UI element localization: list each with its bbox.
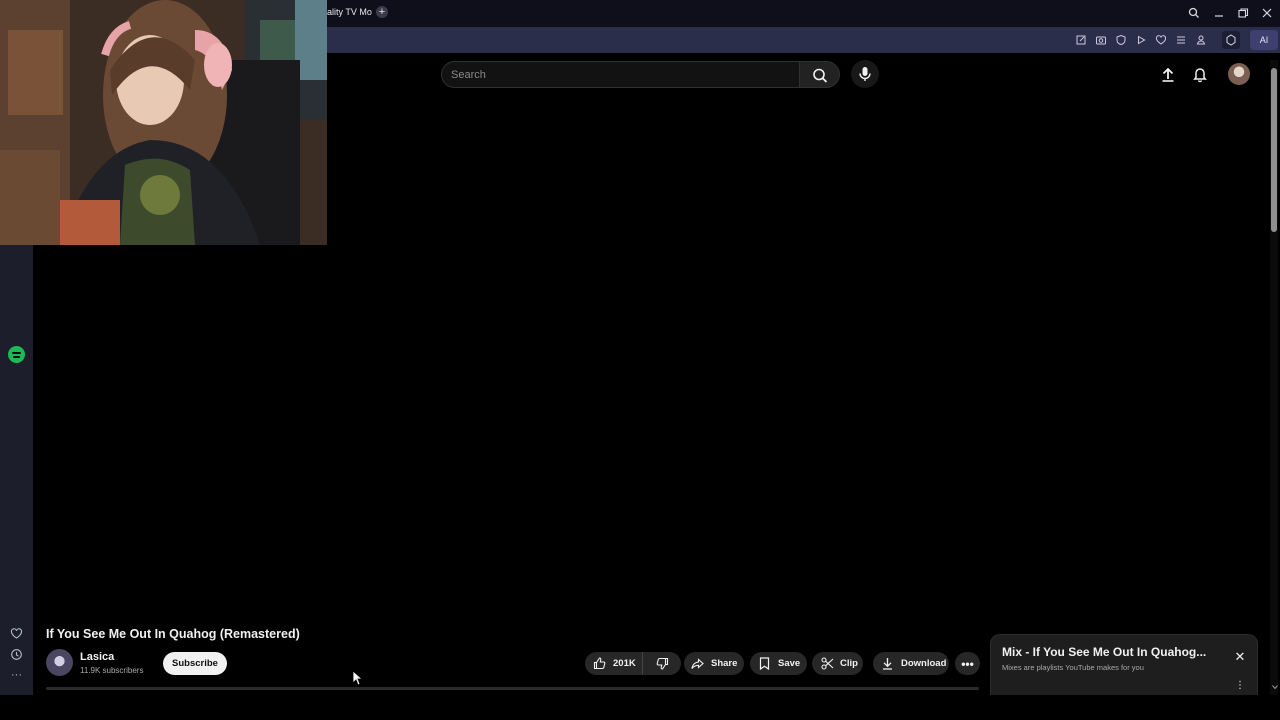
scroll-down-icon[interactable] — [1271, 683, 1279, 691]
download-label: Download — [901, 658, 947, 669]
bookmark-icon — [759, 657, 770, 671]
share-button[interactable]: Share — [684, 652, 744, 675]
webcam-overlay — [0, 0, 327, 245]
mix-more-icon[interactable]: ⋮ — [1234, 680, 1246, 692]
mic-icon — [859, 67, 871, 81]
like-dislike-group: 201K — [585, 652, 681, 675]
sidebar-heart-icon[interactable] — [9, 626, 24, 641]
camera-icon[interactable] — [1094, 33, 1108, 47]
new-tab-button[interactable]: + — [376, 6, 388, 18]
search-input[interactable] — [451, 67, 781, 83]
sidebar-more-icon[interactable]: ··· — [9, 668, 24, 683]
clip-label: Clip — [840, 658, 858, 669]
subscribe-button[interactable]: Subscribe — [163, 652, 227, 675]
mic-button[interactable] — [851, 60, 879, 88]
description-box-edge — [46, 687, 979, 690]
user-icon[interactable] — [1194, 33, 1208, 47]
mix-subtitle: Mixes are playlists YouTube makes for yo… — [1002, 663, 1144, 672]
like-count: 201K — [613, 658, 636, 669]
menu-icon[interactable] — [1174, 33, 1188, 47]
thumbs-up-icon — [593, 657, 606, 670]
ai-button-label: AI — [1259, 35, 1269, 45]
save-button[interactable]: Save — [750, 652, 807, 675]
search-box — [441, 61, 799, 88]
dislike-button[interactable] — [643, 652, 681, 675]
more-actions-button[interactable]: ••• — [955, 652, 980, 675]
shield-icon[interactable] — [1114, 33, 1128, 47]
history-icon[interactable] — [9, 647, 24, 662]
spotify-icon[interactable] — [8, 346, 25, 363]
download-button[interactable]: Download — [873, 652, 949, 675]
play-icon[interactable] — [1134, 33, 1148, 47]
thumbs-down-icon — [656, 657, 668, 670]
edit-icon[interactable] — [1074, 33, 1088, 47]
mix-close-icon[interactable]: ✕ — [1232, 649, 1248, 665]
close-window-icon[interactable] — [1259, 5, 1275, 21]
bell-icon[interactable] — [1191, 65, 1209, 83]
scissors-icon — [821, 657, 834, 670]
avatar[interactable] — [1228, 63, 1250, 85]
download-icon — [883, 658, 892, 670]
share-label: Share — [711, 658, 738, 669]
minimize-icon[interactable] — [1211, 5, 1227, 21]
search-button[interactable] — [799, 61, 840, 88]
subscriber-count: 11.9K subscribers — [80, 666, 144, 675]
like-button[interactable]: 201K — [585, 652, 643, 675]
mouse-cursor — [352, 670, 364, 686]
channel-name[interactable]: Lasica — [80, 651, 114, 663]
extension-icon[interactable] — [1222, 31, 1240, 49]
restore-icon[interactable] — [1235, 5, 1251, 21]
heart-icon[interactable] — [1154, 33, 1168, 47]
share-icon — [691, 658, 704, 669]
mix-title[interactable]: Mix - If You See Me Out In Quahog... — [1002, 645, 1206, 659]
upload-icon[interactable] — [1159, 65, 1177, 83]
channel-avatar[interactable] — [46, 649, 73, 676]
browser-tab-title[interactable]: ality TV Mo — [327, 7, 372, 17]
video-title: If You See Me Out In Quahog (Remastered) — [46, 627, 300, 641]
save-label: Save — [778, 658, 801, 669]
clip-button[interactable]: Clip — [812, 652, 863, 675]
ai-button[interactable]: AI — [1250, 30, 1278, 50]
scrollbar-thumb[interactable] — [1271, 68, 1277, 232]
browser-search-icon[interactable] — [1186, 5, 1202, 21]
